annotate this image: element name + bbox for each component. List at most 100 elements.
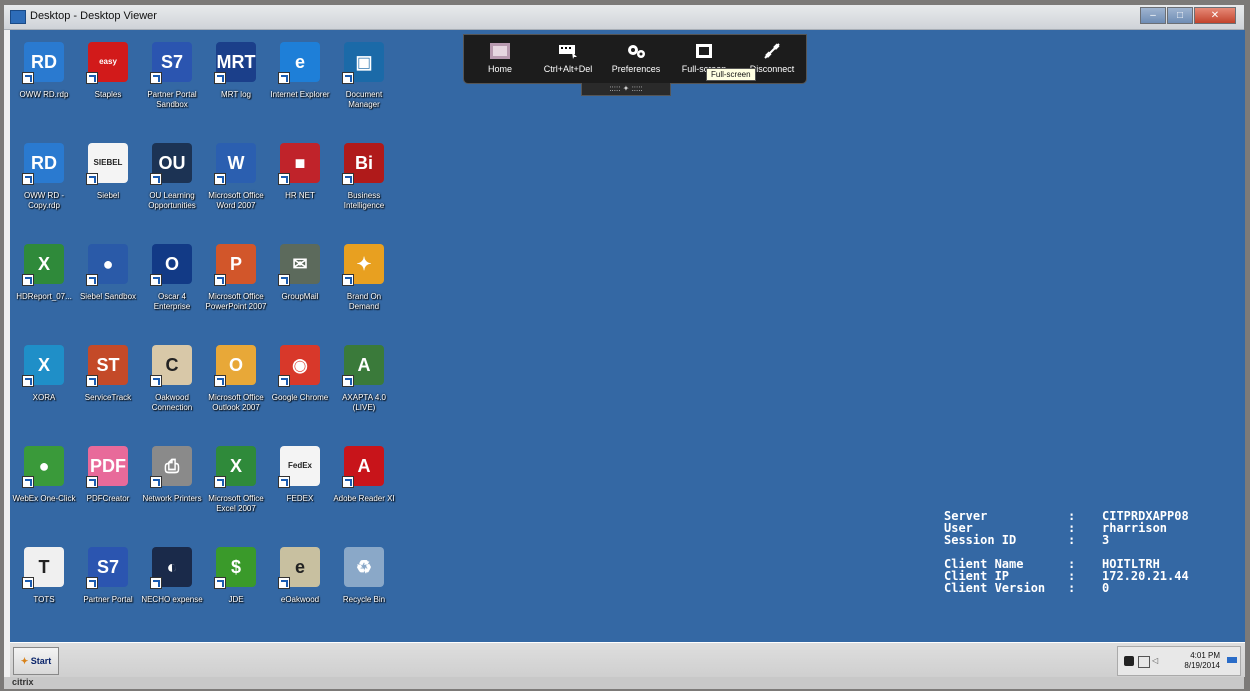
desktop-icon[interactable]: RD OWW RD - Copy.rdp [12, 143, 76, 211]
shortcut-arrow-icon [150, 375, 162, 387]
minimize-button[interactable]: – [1140, 7, 1166, 24]
desktop-icon[interactable]: PDF PDFCreator [76, 446, 140, 504]
desktop-icon[interactable]: C Oakwood Connection [140, 345, 204, 413]
desktop-icon[interactable]: X Microsoft Office Excel 2007 [204, 446, 268, 514]
preferences-button[interactable]: Preferences [602, 35, 670, 83]
desktop-icon-label: Microsoft Office PowerPoint 2007 [205, 292, 267, 311]
desktop-icon[interactable]: T TOTS [12, 547, 76, 605]
shortcut-arrow-icon [214, 577, 226, 589]
desktop-icon[interactable]: easy Staples [76, 42, 140, 100]
shortcut-arrow-icon [86, 274, 98, 286]
chrome-icon: ◉ [278, 345, 320, 387]
desktop-viewer-window: Desktop - Desktop Viewer – □ ✕ Home Ctrl… [4, 5, 1245, 689]
volume-icon[interactable]: ◁ [1152, 656, 1162, 666]
desktop-icon[interactable]: ◐ NECHO expense [140, 547, 204, 605]
home-button[interactable]: Home [466, 35, 534, 83]
start-label: Start [30, 656, 52, 666]
citrix-receiver-icon[interactable] [1124, 656, 1134, 666]
desktop-icon[interactable]: ■ HR NET [268, 143, 332, 201]
shortcut-arrow-icon [278, 72, 290, 84]
desktop-icon-label: JDE [228, 595, 244, 604]
siebel-sandbox-icon: ● [86, 244, 128, 286]
network-icon[interactable] [1138, 656, 1150, 668]
keyboard-icon [558, 43, 578, 59]
show-desktop-icon[interactable] [1227, 657, 1237, 663]
desktop-icon[interactable]: ⎙ Network Printers [140, 446, 204, 504]
desktop-icon-label: PDFCreator [86, 494, 130, 503]
start-button[interactable]: ✦ Start [13, 647, 59, 675]
desktop-icon[interactable]: e Internet Explorer [268, 42, 332, 100]
desktop-icon-label: eOakwood [280, 595, 320, 604]
desktop-icon[interactable]: MRT MRT log [204, 42, 268, 100]
shortcut-arrow-icon [214, 274, 226, 286]
remote-desktop-icon: RD [22, 42, 64, 84]
desktop-icon[interactable]: A Adobe Reader XI [332, 446, 396, 504]
desktop-icon[interactable]: ● WebEx One-Click [12, 446, 76, 504]
desktop-icon[interactable]: ● Siebel Sandbox [76, 244, 140, 302]
desktop-icon[interactable]: ◉ Google Chrome [268, 345, 332, 403]
desktop-icon[interactable]: FedEx FEDEX [268, 446, 332, 504]
business-intelligence-icon: Bi [342, 143, 384, 185]
desktop-icon[interactable]: OU OU Learning Opportunities [140, 143, 204, 211]
desktop-icon[interactable]: ✉ GroupMail [268, 244, 332, 302]
shortcut-arrow-icon [278, 173, 290, 185]
desktop-icon[interactable]: X HDReport_07... [12, 244, 76, 302]
desktop-icon-label: ServiceTrack [84, 393, 132, 402]
session-info-key: Session ID [944, 533, 1017, 547]
desktop-icon[interactable]: A AXAPTA 4.0 (LIVE) [332, 345, 396, 413]
desktop-icon[interactable]: $ JDE [204, 547, 268, 605]
dollar-icon: $ [214, 547, 256, 589]
desktop-icon-label: NECHO expense [141, 595, 203, 604]
desktop-icon[interactable]: X XORA [12, 345, 76, 403]
close-button[interactable]: ✕ [1194, 7, 1236, 24]
desktop-icon[interactable]: O Microsoft Office Outlook 2007 [204, 345, 268, 413]
toolbar-drag-handle[interactable]: ::::: ✦ ::::: [581, 83, 671, 96]
shortcut-arrow-icon [86, 72, 98, 84]
desktop-icon[interactable]: W Microsoft Office Word 2007 [204, 143, 268, 211]
clock-date: 8/19/2014 [1184, 661, 1220, 670]
desktop-icon[interactable]: ♻ Recycle Bin [332, 547, 396, 605]
desktop-icon-label: Microsoft Office Excel 2007 [208, 494, 264, 513]
remote-desktop[interactable]: Home Ctrl+Alt+Del Preferences Full-scree… [10, 30, 1245, 642]
desktop-icon-label: Microsoft Office Word 2007 [208, 191, 264, 210]
desktop-icon-label: OWW RD - Copy.rdp [24, 191, 64, 210]
shortcut-arrow-icon [22, 577, 34, 589]
maximize-button[interactable]: □ [1167, 7, 1193, 24]
desktop-icon-label: Google Chrome [271, 393, 329, 402]
desktop-icon[interactable]: S7 Partner Portal Sandbox [140, 42, 204, 110]
desktop-icon[interactable]: ✦ Brand On Demand [332, 244, 396, 312]
session-info-panel: Server: CITPRDXAPP08 User: rharrison Session… [944, 510, 1189, 594]
shortcut-arrow-icon [150, 72, 162, 84]
desktop-icon[interactable]: ▣ Document Manager [332, 42, 396, 110]
clock[interactable]: 4:01 PM 8/19/2014 [1184, 651, 1220, 671]
shortcut-arrow-icon [86, 577, 98, 589]
desktop-icon[interactable]: SIEBEL Siebel [76, 143, 140, 201]
groupmail-icon: ✉ [278, 244, 320, 286]
shortcut-arrow-icon [22, 375, 34, 387]
ctrl-alt-del-button[interactable]: Ctrl+Alt+Del [534, 35, 602, 83]
desktop-icon[interactable]: ST ServiceTrack [76, 345, 140, 403]
title-bar[interactable]: Desktop - Desktop Viewer – □ ✕ [4, 5, 1244, 30]
window-title: Desktop - Desktop Viewer [30, 10, 157, 22]
xora-icon: X [22, 345, 64, 387]
easy-button-icon: easy [86, 42, 128, 84]
desktop-icon[interactable]: Bi Business Intelligence [332, 143, 396, 211]
desktop-icon[interactable]: RD OWW RD.rdp [12, 42, 76, 100]
shortcut-arrow-icon [150, 274, 162, 286]
desktop-icon-label: WebEx One-Click [12, 494, 76, 503]
excel-icon: X [214, 446, 256, 488]
desktop-icon-label: Partner Portal [83, 595, 133, 604]
shortcut-arrow-icon [150, 173, 162, 185]
gears-icon [626, 43, 646, 59]
siebel-globe-icon: S7 [86, 547, 128, 589]
shortcut-arrow-icon [342, 476, 354, 488]
session-info-row: Client Version: 0 [944, 582, 1189, 594]
desktop-icon[interactable]: e eOakwood [268, 547, 332, 605]
gift-box-icon: ■ [278, 143, 320, 185]
shortcut-arrow-icon [150, 577, 162, 589]
desktop-icon[interactable]: P Microsoft Office PowerPoint 2007 [204, 244, 268, 312]
desktop-icon[interactable]: S7 Partner Portal [76, 547, 140, 605]
shortcut-arrow-icon [22, 476, 34, 488]
desktop-icon[interactable]: O Oscar 4 Enterprise [140, 244, 204, 312]
desktop-icon-label: Document Manager [345, 90, 383, 109]
